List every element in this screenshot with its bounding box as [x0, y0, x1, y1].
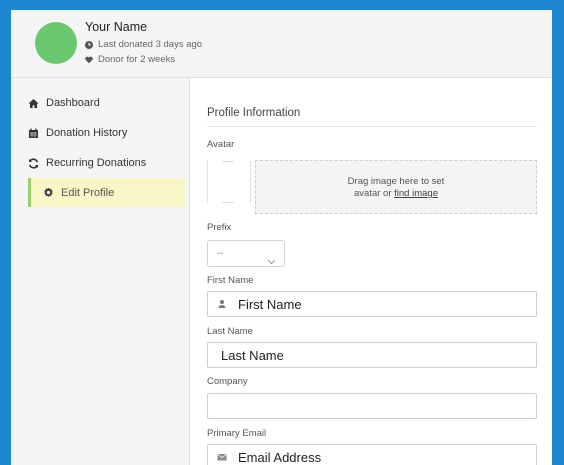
prefix-label: Prefix [207, 222, 232, 233]
avatar[interactable] [35, 22, 77, 64]
last-donated-text: Last donated 3 days ago [98, 39, 203, 50]
drop-zone-line2: avatar or find image [256, 188, 536, 200]
sidebar-item-dashboard[interactable]: Dashboard [28, 88, 189, 118]
avatar-label: Avatar [207, 139, 235, 150]
first-name-placeholder: First Name [238, 296, 302, 312]
user-icon [217, 299, 227, 309]
email-label: Primary Email [207, 428, 267, 439]
sidebar-item-label: Donation History [46, 127, 128, 139]
drop-zone-prefix-text: avatar or [354, 188, 392, 199]
email-field[interactable]: Email Address [207, 444, 537, 465]
profile-header: Your Name Last donated 3 days ago Donor … [11, 10, 552, 78]
prefix-value: -- [217, 248, 224, 259]
calendar-icon [28, 128, 39, 139]
chevron-down-icon [267, 250, 276, 265]
sidebar-item-edit-profile[interactable]: Edit Profile [28, 178, 185, 207]
avatar-drop-zone[interactable]: Drag image here to set avatar or find im… [255, 160, 537, 214]
section-divider [207, 126, 537, 127]
sidebar-item-recurring-donations[interactable]: Recurring Donations [28, 148, 189, 178]
last-name-label: Last Name [207, 326, 253, 337]
sidebar-item-donation-history[interactable]: Donation History [28, 118, 189, 148]
donor-since-text: Donor for 2 weeks [98, 54, 176, 65]
sidebar-item-label: Edit Profile [61, 186, 115, 199]
last-name-field[interactable]: Last Name [207, 342, 537, 368]
clock-icon [85, 40, 93, 49]
company-field[interactable] [207, 393, 537, 419]
envelope-icon [217, 452, 227, 462]
user-name: Your Name [85, 20, 148, 34]
sidebar: Dashboard Donation History Recurring Don… [11, 78, 190, 465]
sidebar-item-label: Recurring Donations [46, 157, 147, 169]
email-placeholder: Email Address [238, 449, 322, 465]
company-label: Company [207, 376, 248, 387]
last-donated-line: Last donated 3 days ago [85, 39, 202, 50]
section-title: Profile Information [207, 107, 301, 119]
sidebar-item-label: Dashboard [46, 97, 100, 109]
find-image-link[interactable]: find image [394, 188, 438, 199]
last-name-placeholder: Last Name [221, 347, 284, 363]
first-name-label: First Name [207, 275, 254, 286]
app-window: Your Name Last donated 3 days ago Donor … [11, 10, 552, 465]
refresh-icon [28, 157, 39, 169]
first-name-field[interactable]: First Name [207, 291, 537, 317]
heart-icon [85, 56, 93, 64]
donor-since-line: Donor for 2 weeks [85, 54, 175, 65]
home-icon [28, 98, 39, 109]
avatar-preview [207, 161, 251, 203]
gear-icon [43, 187, 54, 198]
drop-zone-text: Drag image here to set [347, 176, 445, 187]
prefix-select[interactable]: -- [207, 240, 285, 267]
